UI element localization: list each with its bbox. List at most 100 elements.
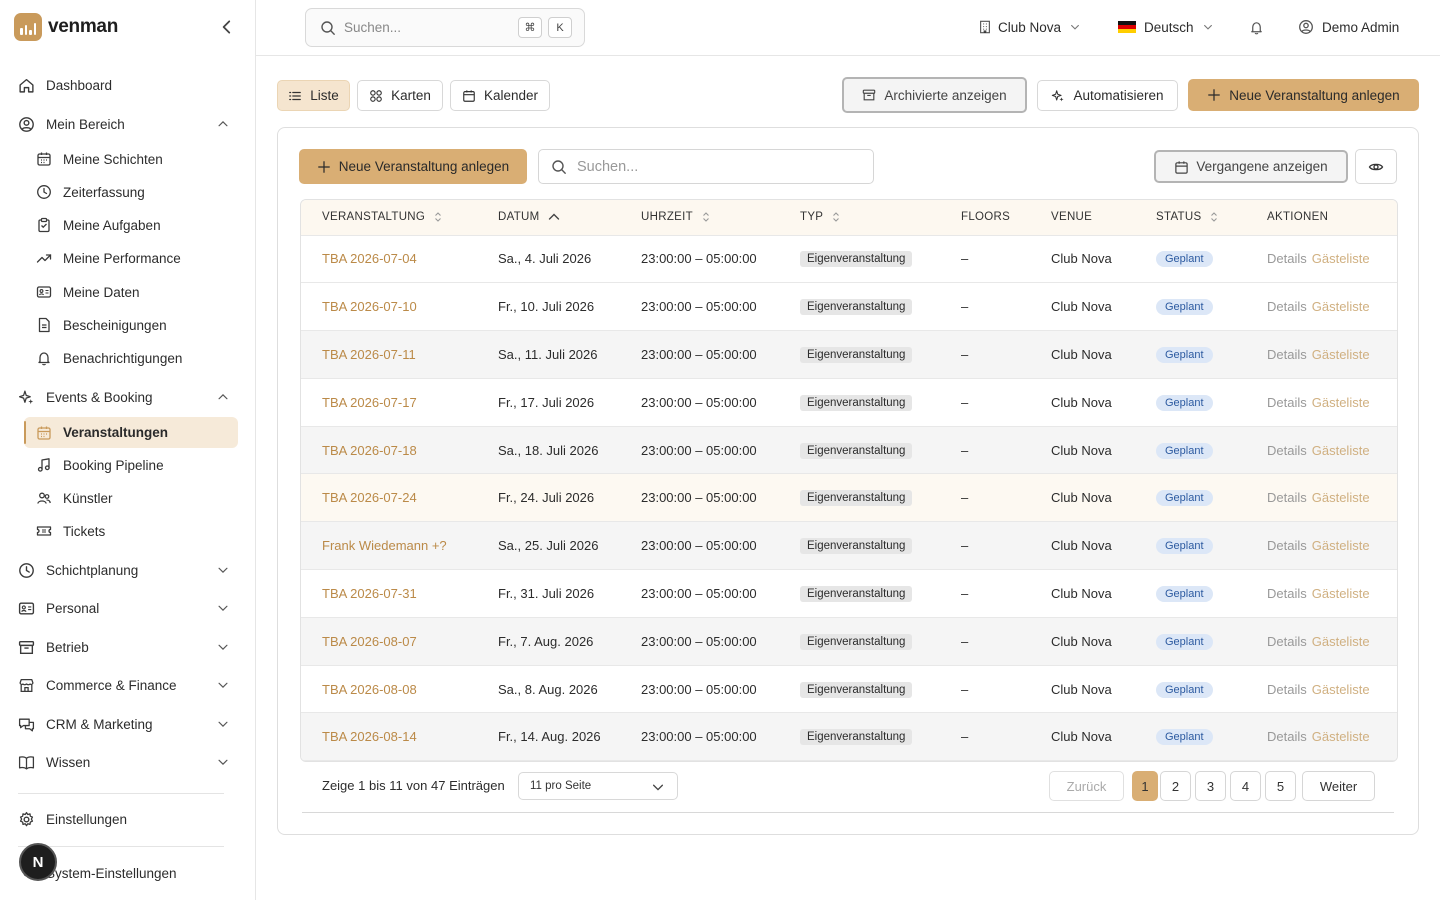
table-row[interactable]: TBA 2026-07-17 Fr., 17. Juli 2026 23:00:00… xyxy=(301,378,1397,427)
table-row[interactable]: TBA 2026-07-18 Sa., 18. Juli 2026 23:00:00… xyxy=(301,426,1397,475)
events-search[interactable] xyxy=(538,149,874,184)
event-name-link[interactable]: TBA 2026-07-31 xyxy=(322,586,417,601)
show-archived-button[interactable]: Archivierte anzeigen xyxy=(842,77,1027,113)
sidebar-item-meine-aufgaben[interactable]: Meine Aufgaben xyxy=(36,212,230,238)
collapse-sidebar-icon[interactable] xyxy=(218,18,236,36)
notifications-button[interactable] xyxy=(1249,17,1263,37)
details-link[interactable]: Details xyxy=(1267,443,1307,458)
guestlist-link[interactable]: Gästeliste xyxy=(1312,299,1370,314)
new-event-button[interactable]: Neue Veranstaltung anlegen xyxy=(1188,79,1419,111)
pagination-page-5[interactable]: 5 xyxy=(1265,771,1296,801)
guestlist-link[interactable]: Gästeliste xyxy=(1312,490,1370,505)
guestlist-link[interactable]: Gästeliste xyxy=(1312,443,1370,458)
user-menu[interactable]: Demo Admin xyxy=(1298,17,1399,37)
sidebar-item-meine-daten[interactable]: Meine Daten xyxy=(36,279,230,305)
sidebar-section-personal[interactable]: Personal xyxy=(18,595,230,621)
table-row[interactable]: TBA 2026-08-07 Fr., 7. Aug. 2026 23:00:00 … xyxy=(301,617,1397,666)
event-name-link[interactable]: TBA 2026-07-04 xyxy=(322,251,417,266)
sidebar-section-events-booking[interactable]: Events & Booking xyxy=(18,384,230,410)
events-search-input[interactable] xyxy=(577,158,857,175)
details-link[interactable]: Details xyxy=(1267,634,1307,649)
column-header-status[interactable]: STATUS xyxy=(1135,200,1246,236)
view-list-button[interactable]: Liste xyxy=(277,80,350,111)
automate-button[interactable]: Automatisieren xyxy=(1037,80,1178,111)
table-row[interactable]: TBA 2026-07-31 Fr., 31. Juli 2026 23:00:00… xyxy=(301,569,1397,618)
view-cards-button[interactable]: Karten xyxy=(357,80,443,111)
sidebar-item-zeiterfassung[interactable]: Zeiterfassung xyxy=(36,179,230,205)
column-header-veranstaltung[interactable]: VERANSTALTUNG xyxy=(301,200,477,236)
view-calendar-button[interactable]: Kalender xyxy=(450,80,550,111)
event-name-link[interactable]: TBA 2026-07-18 xyxy=(322,443,417,458)
column-header-datum[interactable]: DATUM xyxy=(477,200,620,236)
table-row[interactable]: TBA 2026-07-24 Fr., 24. Juli 2026 23:00:00… xyxy=(301,473,1397,523)
sidebar-item-booking-pipeline[interactable]: Booking Pipeline xyxy=(36,452,230,478)
table-row[interactable]: TBA 2026-07-04 Sa., 4. Juli 2026 23:00:00 … xyxy=(301,235,1397,284)
sidebar-section-wissen[interactable]: Wissen xyxy=(18,749,230,775)
table-row[interactable]: Frank Wiedemann +? Sa., 25. Juli 2026 23:0… xyxy=(301,521,1397,571)
column-visibility-button[interactable] xyxy=(1355,149,1397,184)
event-name-link[interactable]: Frank Wiedemann +? xyxy=(322,538,447,553)
sidebar-section-mein-bereich[interactable]: Mein Bereich xyxy=(18,111,230,137)
pagination-page-1[interactable]: 1 xyxy=(1132,771,1158,801)
details-link[interactable]: Details xyxy=(1267,347,1307,362)
sidebar-item-veranstaltungen[interactable]: Veranstaltungen xyxy=(24,417,238,448)
details-link[interactable]: Details xyxy=(1267,490,1307,505)
sidebar-item-benachrichtigungen[interactable]: Benachrichtigungen xyxy=(36,345,230,371)
guestlist-link[interactable]: Gästeliste xyxy=(1312,395,1370,410)
event-floors: – xyxy=(940,330,1030,379)
pagination-next-button[interactable]: Weiter xyxy=(1302,771,1375,801)
details-link[interactable]: Details xyxy=(1267,251,1307,266)
table-row[interactable]: TBA 2026-07-10 Fr., 10. Juli 2026 23:00:00… xyxy=(301,282,1397,332)
table-row[interactable]: TBA 2026-07-11 Sa., 11. Juli 2026 23:00:00… xyxy=(301,330,1397,379)
details-link[interactable]: Details xyxy=(1267,682,1307,697)
guestlist-link[interactable]: Gästeliste xyxy=(1312,347,1370,362)
pagination-page-4[interactable]: 4 xyxy=(1230,771,1261,801)
event-name-link[interactable]: TBA 2026-07-24 xyxy=(322,490,417,505)
event-name-link[interactable]: TBA 2026-08-07 xyxy=(322,634,417,649)
event-name-link[interactable]: TBA 2026-07-11 xyxy=(322,347,416,362)
global-search[interactable]: ⌘ K xyxy=(305,8,585,47)
details-link[interactable]: Details xyxy=(1267,538,1307,553)
event-name-link[interactable]: TBA 2026-08-14 xyxy=(322,729,417,744)
details-link[interactable]: Details xyxy=(1267,299,1307,314)
column-header-uhrzeit[interactable]: UHRZEIT xyxy=(620,200,779,236)
guestlist-link[interactable]: Gästeliste xyxy=(1312,682,1370,697)
sidebar-item-tickets[interactable]: Tickets xyxy=(36,518,230,544)
avatar[interactable]: N xyxy=(19,843,57,881)
guestlist-link[interactable]: Gästeliste xyxy=(1312,586,1370,601)
sidebar-section-betrieb[interactable]: Betrieb xyxy=(18,634,230,660)
pagination-page-3[interactable]: 3 xyxy=(1195,771,1226,801)
brand-logo[interactable]: venman xyxy=(14,13,118,41)
event-name-link[interactable]: TBA 2026-08-08 xyxy=(322,682,417,697)
global-search-input[interactable] xyxy=(344,20,494,35)
guestlist-link[interactable]: Gästeliste xyxy=(1312,538,1370,553)
table-row[interactable]: TBA 2026-08-14 Fr., 14. Aug. 2026 23:00:00… xyxy=(301,712,1397,762)
pagination-prev-button[interactable]: Zurück xyxy=(1049,771,1124,801)
guestlist-link[interactable]: Gästeliste xyxy=(1312,251,1370,266)
event-name-link[interactable]: TBA 2026-07-10 xyxy=(322,299,417,314)
card-new-event-button[interactable]: Neue Veranstaltung anlegen xyxy=(299,149,527,184)
per-page-select[interactable]: 11 pro Seite xyxy=(518,772,678,800)
column-header-typ[interactable]: TYP xyxy=(779,200,940,236)
language-selector[interactable]: Deutsch xyxy=(1118,17,1214,37)
details-link[interactable]: Details xyxy=(1267,729,1307,744)
sidebar-section-crm-marketing[interactable]: CRM & Marketing xyxy=(18,711,230,737)
sidebar-section-schichtplanung[interactable]: Schichtplanung xyxy=(18,557,230,583)
venue-selector[interactable]: Club Nova xyxy=(978,17,1081,37)
details-link[interactable]: Details xyxy=(1267,586,1307,601)
show-past-button[interactable]: Vergangene anzeigen xyxy=(1154,150,1348,183)
table-row[interactable]: TBA 2026-08-08 Sa., 8. Aug. 2026 23:00:00 … xyxy=(301,665,1397,714)
sidebar-section-commerce-finance[interactable]: Commerce & Finance xyxy=(18,672,230,698)
sidebar-item-einstellungen[interactable]: Einstellungen xyxy=(18,806,230,832)
sidebar-item-bescheinigungen[interactable]: Bescheinigungen xyxy=(36,312,230,338)
details-link[interactable]: Details xyxy=(1267,395,1307,410)
sidebar-item-meine-performance[interactable]: Meine Performance xyxy=(36,245,230,271)
guestlist-link[interactable]: Gästeliste xyxy=(1312,729,1370,744)
pagination-page-2[interactable]: 2 xyxy=(1160,771,1191,801)
sidebar-item-meine-schichten[interactable]: Meine Schichten xyxy=(36,146,230,172)
event-name-link[interactable]: TBA 2026-07-17 xyxy=(322,395,417,410)
chevron-down-icon xyxy=(216,601,230,615)
sidebar-item-kuenstler[interactable]: Künstler xyxy=(36,485,230,511)
sidebar-item-dashboard[interactable]: Dashboard xyxy=(18,72,230,98)
guestlist-link[interactable]: Gästeliste xyxy=(1312,634,1370,649)
